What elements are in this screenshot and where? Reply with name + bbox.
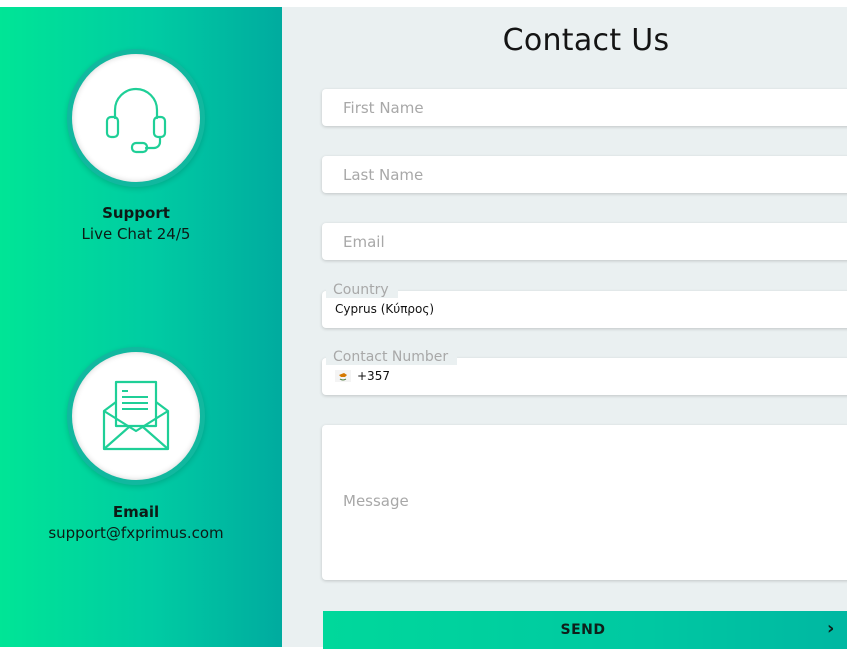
support-subtitle: Live Chat 24/5 [81, 225, 191, 243]
envelope-icon [102, 380, 170, 451]
email-address: support@fxprimus.com [48, 524, 224, 542]
contact-form-panel: Contact Us Cyprus (Κύπρος) Country +357 … [282, 7, 847, 649]
email-info: Email support@fxprimus.com [0, 502, 272, 544]
send-label: SEND [560, 622, 606, 638]
email-field[interactable] [322, 223, 847, 260]
dial-code: +357 [357, 369, 390, 383]
support-info: Support Live Chat 24/5 [0, 203, 272, 245]
country-value: Cyprus (Κύπρος) [335, 302, 435, 316]
email-icon-circle [67, 347, 205, 485]
last-name-input[interactable] [322, 156, 847, 193]
cyprus-flag-icon [335, 370, 351, 382]
support-title: Support [102, 204, 170, 222]
page-title: Contact Us [502, 23, 670, 58]
first-name-field[interactable] [322, 89, 847, 126]
chevron-right-icon: › [827, 618, 835, 639]
contact-sidebar: Support Live Chat 24/5 Email support@fxp… [0, 7, 282, 647]
first-name-input[interactable] [322, 89, 847, 126]
message-field[interactable] [322, 425, 847, 580]
contact-number-label: Contact Number [326, 349, 458, 365]
email-title: Email [112, 503, 160, 521]
last-name-field[interactable] [322, 156, 847, 193]
support-icon-circle [67, 49, 205, 187]
message-input[interactable] [322, 425, 847, 580]
country-select[interactable]: Cyprus (Κύπρος) [322, 291, 847, 328]
country-label: Country [326, 282, 398, 298]
email-input[interactable] [322, 223, 847, 260]
send-button[interactable]: SEND › [323, 611, 847, 649]
headset-icon [105, 87, 167, 154]
